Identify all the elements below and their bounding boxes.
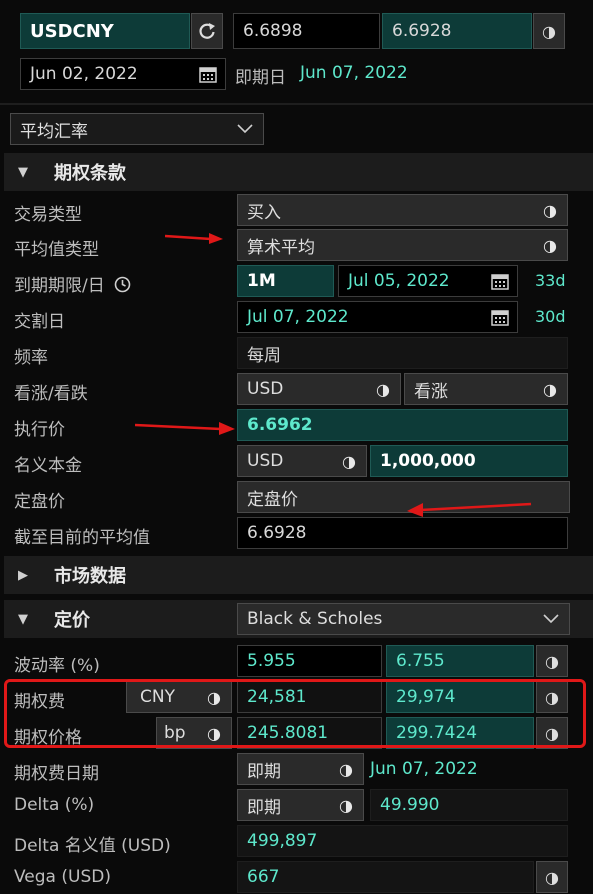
market-data-section-header[interactable]: ▶ 市场数据 <box>4 556 593 594</box>
trade-date-text: Jun 02, 2022 <box>30 64 138 84</box>
delta-notional-field: 499,897 <box>237 825 568 857</box>
premium-highlight-box <box>4 679 586 748</box>
delivery-days: 30d <box>535 307 566 326</box>
notional-currency-value: USD <box>247 451 284 471</box>
vega-field: 667 <box>237 861 534 893</box>
frequency-label: 频率 <box>14 348 48 368</box>
average-to-date-field: 6.6928 <box>237 517 568 549</box>
refresh-button[interactable] <box>191 13 223 49</box>
ask-rate-field[interactable]: 6.6928 <box>382 13 532 49</box>
half-circle-toggle-icon: ◑ <box>339 759 353 779</box>
strike-label: 执行价 <box>14 420 65 440</box>
trade-date-input[interactable]: Jun 02, 2022 <box>20 58 226 90</box>
expiry-label-text: 到期期限/日 <box>14 276 105 296</box>
delivery-date-input[interactable]: Jul 07, 2022 <box>237 301 518 333</box>
half-circle-toggle-icon: ◑ <box>339 795 353 815</box>
notional-currency-button[interactable]: USD ◑ <box>237 445 367 477</box>
currency-pair-input[interactable]: USDCNY <box>20 13 190 49</box>
option-terms-section-header[interactable]: ▼ 期权条款 <box>4 153 593 191</box>
half-circle-toggle-icon: ◑ <box>543 379 557 399</box>
tenor-input[interactable]: 1M <box>237 265 334 297</box>
notional-label: 名义本金 <box>14 456 82 476</box>
delta-type-button[interactable]: 即期 ◑ <box>237 789 364 821</box>
calendar-icon[interactable] <box>491 272 509 290</box>
trade-type-button[interactable]: 买入 ◑ <box>237 194 568 226</box>
average-rate-select[interactable]: 平均汇率 <box>10 113 264 145</box>
half-circle-toggle-icon: ◑ <box>543 200 557 220</box>
volatility-bid-input[interactable]: 5.955 <box>237 645 382 677</box>
pricing-model-select[interactable]: Black & Scholes <box>237 603 570 635</box>
market-data-title: 市场数据 <box>54 566 126 587</box>
half-circle-toggle-icon: ◑ <box>545 651 559 671</box>
half-circle-toggle-icon: ◑ <box>376 379 390 399</box>
call-put-currency-value: USD <box>247 379 284 399</box>
call-put-type-button[interactable]: 看涨 ◑ <box>404 373 568 405</box>
delta-notional-label: Delta 名义值 (USD) <box>14 836 171 856</box>
volatility-label: 波动率 (%) <box>14 656 100 676</box>
delta-label: Delta (%) <box>14 795 95 815</box>
refresh-icon <box>199 23 215 39</box>
chevron-down-icon <box>543 614 559 624</box>
frequency-field: 每周 <box>237 337 568 369</box>
pricing-model-value: Black & Scholes <box>247 609 383 629</box>
option-terms-title: 期权条款 <box>54 163 126 184</box>
premium-date-type-value: 即期 <box>247 761 281 782</box>
average-type-label: 平均值类型 <box>14 240 99 260</box>
rate-toggle-button[interactable]: ◑ <box>533 13 565 49</box>
bid-rate-field[interactable]: 6.6898 <box>233 13 380 49</box>
delta-type-value: 即期 <box>247 797 281 818</box>
delivery-date-label: 交割日 <box>14 312 65 332</box>
section-toggle-icon: ▶ <box>18 567 28 583</box>
average-rate-select-label: 平均汇率 <box>20 121 88 142</box>
vega-toggle-button[interactable]: ◑ <box>536 861 568 893</box>
chevron-down-icon <box>237 124 253 134</box>
spot-date-value: Jun 07, 2022 <box>300 63 408 83</box>
clock-icon <box>114 276 131 293</box>
delivery-date-text: Jul 07, 2022 <box>247 307 349 327</box>
fixing-label: 定盘价 <box>14 492 65 512</box>
premium-date-type-button[interactable]: 即期 ◑ <box>237 753 364 785</box>
average-type-value: 算术平均 <box>247 237 315 258</box>
vega-label: Vega (USD) <box>14 867 111 887</box>
half-circle-toggle-icon: ◑ <box>545 867 559 887</box>
calendar-icon[interactable] <box>199 65 217 83</box>
spot-date-label: 即期日 <box>235 68 286 88</box>
trade-type-label: 交易类型 <box>14 205 82 225</box>
volatility-toggle-button[interactable]: ◑ <box>536 645 568 677</box>
top-divider <box>0 103 593 105</box>
call-put-label: 看涨/看跌 <box>14 384 88 404</box>
annotation-arrow-fixing <box>407 502 532 517</box>
notional-amount-input[interactable]: 1,000,000 <box>370 445 568 477</box>
half-circle-toggle-icon: ◑ <box>342 451 356 471</box>
expiry-days: 33d <box>535 271 566 290</box>
expiry-date-input[interactable]: Jul 05, 2022 <box>338 265 518 297</box>
strike-input[interactable]: 6.6962 <box>237 409 568 441</box>
expiry-label: 到期期限/日 <box>14 271 131 296</box>
half-circle-toggle-icon: ◑ <box>542 21 556 41</box>
annotation-arrow-strike <box>135 422 235 435</box>
half-circle-toggle-icon: ◑ <box>543 235 557 255</box>
trade-type-value: 买入 <box>247 202 281 223</box>
calendar-icon[interactable] <box>491 308 509 326</box>
section-toggle-icon: ▼ <box>18 164 28 180</box>
premium-date-value: Jun 07, 2022 <box>370 759 478 779</box>
premium-date-label: 期权费日期 <box>14 764 99 784</box>
delta-value-field: 49.990 <box>370 789 568 821</box>
volatility-ask-input[interactable]: 6.755 <box>386 645 534 677</box>
expiry-date-text: Jul 05, 2022 <box>348 271 450 291</box>
average-type-button[interactable]: 算术平均 ◑ <box>237 229 568 261</box>
average-to-date-label: 截至目前的平均值 <box>14 528 150 548</box>
call-put-type-value: 看涨 <box>414 381 448 402</box>
pricing-title: 定价 <box>54 610 90 631</box>
annotation-arrow-average-type <box>165 233 223 244</box>
call-put-currency-button[interactable]: USD ◑ <box>237 373 401 405</box>
section-toggle-icon: ▼ <box>18 611 28 627</box>
